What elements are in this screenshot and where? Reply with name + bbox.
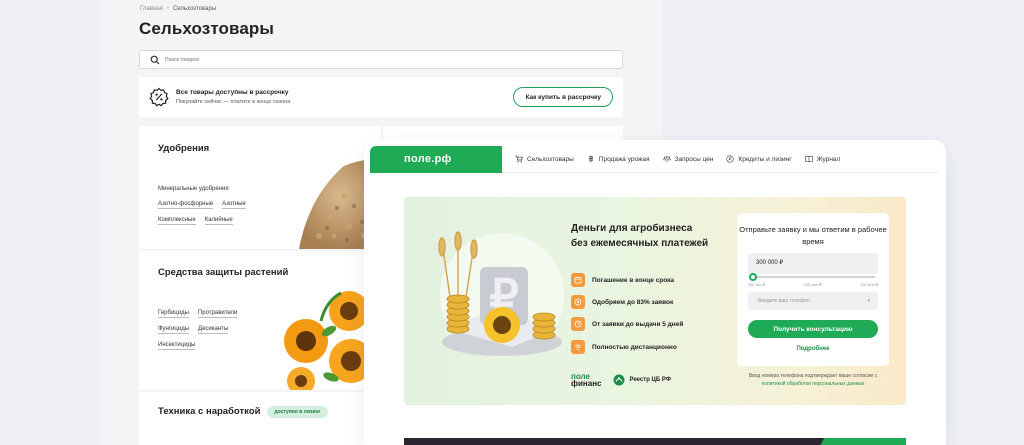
category-link[interactable]: Инсектициды xyxy=(158,342,196,350)
next-banner-accent xyxy=(786,438,906,445)
central-bank-registry: Реестр ЦБ РФ xyxy=(613,374,671,386)
nav-item-label: Сельхозтовары xyxy=(527,155,574,163)
category-card-placeholder xyxy=(383,126,623,146)
nav-item-label: Кредиты и лизинг xyxy=(738,155,792,163)
category-card-used-machinery[interactable]: Техника с наработкой доступно в лизинг xyxy=(139,392,381,445)
finance-hero-banner: ₽ Деньги для агробизнеса без ежемесячных… xyxy=(404,197,906,405)
category-card-fertilizers[interactable]: Удобрения Минеральные удобрения Азотно-ф… xyxy=(139,126,381,249)
coin-icon: ₽ xyxy=(726,155,735,163)
category-link[interactable]: Десиканты xyxy=(198,326,229,334)
clock-icon xyxy=(571,317,585,331)
consent-text: Ввод номера телефона подтверждает ваше с… xyxy=(748,373,878,379)
breadcrumb-current: Сельхозтовары xyxy=(172,6,217,12)
fertilizer-granules-image xyxy=(299,159,381,249)
category-card-plant-protection[interactable]: Средства защиты растений Гербициды Протр… xyxy=(139,251,381,390)
feature-text: Одобряем до 83% заявок xyxy=(592,298,674,306)
category-link[interactable]: Протравители xyxy=(197,310,238,318)
svg-text:₽: ₽ xyxy=(729,157,733,162)
pole-finans-line2: финанс xyxy=(571,379,602,388)
nav-item-agro-goods[interactable]: Сельхозтовары xyxy=(515,155,574,163)
form-title: Отправьте заявку и мы ответим в рабочее … xyxy=(739,225,887,246)
search-input[interactable] xyxy=(165,56,465,63)
slider-handle[interactable] xyxy=(749,273,757,281)
partner-logos: поле финанс Реестр ЦБ РФ xyxy=(571,373,671,388)
pole-finans-logo: поле финанс xyxy=(571,373,602,388)
nav-item-price-requests[interactable]: Запросы цен xyxy=(662,155,714,163)
category-title: Техника с наработкой доступно в лизинг xyxy=(158,406,328,418)
nav-item-crop-sales[interactable]: Продажа урожая xyxy=(587,155,650,163)
page-title: Сельхозтовары xyxy=(139,19,274,38)
category-link[interactable]: Гербициды xyxy=(158,310,189,318)
site-logo[interactable]: поле.рф xyxy=(370,146,502,173)
percent-badge-icon xyxy=(149,87,169,107)
amount-field[interactable]: 300 000 ₽ xyxy=(748,253,878,274)
feature-text: От заявки до выдачи 5 дней xyxy=(592,320,684,328)
consent-note: Ввод номера телефона подтверждает ваше с… xyxy=(737,372,889,388)
installment-banner: Все товары доступны в рассрочку Покупайт… xyxy=(139,77,623,117)
amount-slider[interactable] xyxy=(749,273,875,281)
how-to-buy-button[interactable]: Как купить в рассрочку xyxy=(513,87,613,107)
nav-item-label: Продажа урожая xyxy=(598,155,650,163)
search-icon xyxy=(150,55,160,64)
feature-item: Погашение в конце срока xyxy=(571,273,674,287)
wheat-icon xyxy=(588,155,593,163)
sunflowers-image xyxy=(284,291,373,390)
breadcrumb-home[interactable]: Главная xyxy=(140,6,163,12)
category-title: Средства защиты растений xyxy=(158,267,289,278)
category-links: Минеральные удобрения Азотно-фосфорные А… xyxy=(158,186,288,225)
wifi-icon xyxy=(571,340,585,354)
category-title: Удобрения xyxy=(158,143,210,154)
chevron-down-icon[interactable]: ▾ xyxy=(867,298,870,304)
category-link[interactable]: Азотно-фосфорные xyxy=(158,201,214,209)
nav-item-journal[interactable]: Журнал xyxy=(805,155,841,163)
feature-item: Одобряем до 83% заявок xyxy=(571,295,673,309)
feature-item: Полностью дистанционно xyxy=(571,340,677,354)
category-link[interactable]: Азотные xyxy=(222,201,246,209)
nav-item-label: Журнал xyxy=(816,155,841,163)
search-bar[interactable] xyxy=(139,50,623,69)
ruble-coins-illustration: ₽ xyxy=(438,231,564,357)
slider-ticks: 300 тыс ₽ 100 млн ₽ 200 млн ₽ xyxy=(748,282,878,287)
phone-input[interactable]: Введите ваш телефон ▾ xyxy=(748,292,878,310)
get-consultation-button[interactable]: Получить консультацию xyxy=(748,320,878,338)
slider-tick: 100 млн ₽ xyxy=(803,283,822,287)
breadcrumb-separator: • xyxy=(166,6,169,12)
next-banner-edge xyxy=(404,438,906,445)
finance-page-window: поле.рф Сельхозтовары Продажа урожая Зап… xyxy=(370,146,940,445)
cart-icon xyxy=(515,155,523,163)
calendar-icon xyxy=(571,273,585,287)
central-bank-emblem-icon xyxy=(613,374,625,386)
scale-icon xyxy=(662,156,671,162)
feature-item: От заявки до выдачи 5 дней xyxy=(571,317,683,331)
category-link[interactable]: Минеральные удобрения xyxy=(158,186,288,193)
category-link[interactable]: Фунгициды xyxy=(158,326,190,334)
feature-text: Полностью дистанционно xyxy=(592,343,677,351)
nav-item-credit-leasing[interactable]: ₽ Кредиты и лизинг xyxy=(726,155,792,163)
more-link[interactable]: Подробнее xyxy=(737,346,889,352)
category-title-text: Техника с наработкой xyxy=(158,406,261,417)
slider-tick: 200 млн ₽ xyxy=(860,283,878,287)
application-form: Отправьте заявку и мы ответим в рабочее … xyxy=(737,213,889,366)
breadcrumb: Главная • Сельхозтовары xyxy=(140,6,216,12)
book-icon xyxy=(805,155,813,163)
installment-subtitle: Покупайте сейчас — платите в конце сезон… xyxy=(176,99,291,105)
phone-placeholder: Введите ваш телефон xyxy=(758,298,810,304)
target-icon xyxy=(571,295,585,309)
hero-title: Деньги для агробизнеса без ежемесячных п… xyxy=(571,223,709,249)
feature-text: Погашение в конце срока xyxy=(592,276,675,284)
privacy-policy-link[interactable]: политикой обработки персональных данных xyxy=(761,381,864,387)
installment-title: Все товары доступны в рассрочку xyxy=(176,89,289,96)
installment-text: Все товары доступны в рассрочку Покупайт… xyxy=(176,89,290,105)
top-navigation: поле.рф Сельхозтовары Продажа урожая Зап… xyxy=(370,146,940,173)
leasing-badge: доступно в лизинг xyxy=(267,406,328,418)
registry-text: Реестр ЦБ РФ xyxy=(629,377,671,383)
category-link[interactable]: Калийные xyxy=(204,217,233,225)
slider-tick: 300 тыс ₽ xyxy=(748,283,766,287)
category-links: Гербициды Протравители Фунгициды Десикан… xyxy=(158,310,268,350)
category-link[interactable]: Комплексные xyxy=(158,217,196,225)
nav-item-label: Запросы цен xyxy=(674,155,714,163)
